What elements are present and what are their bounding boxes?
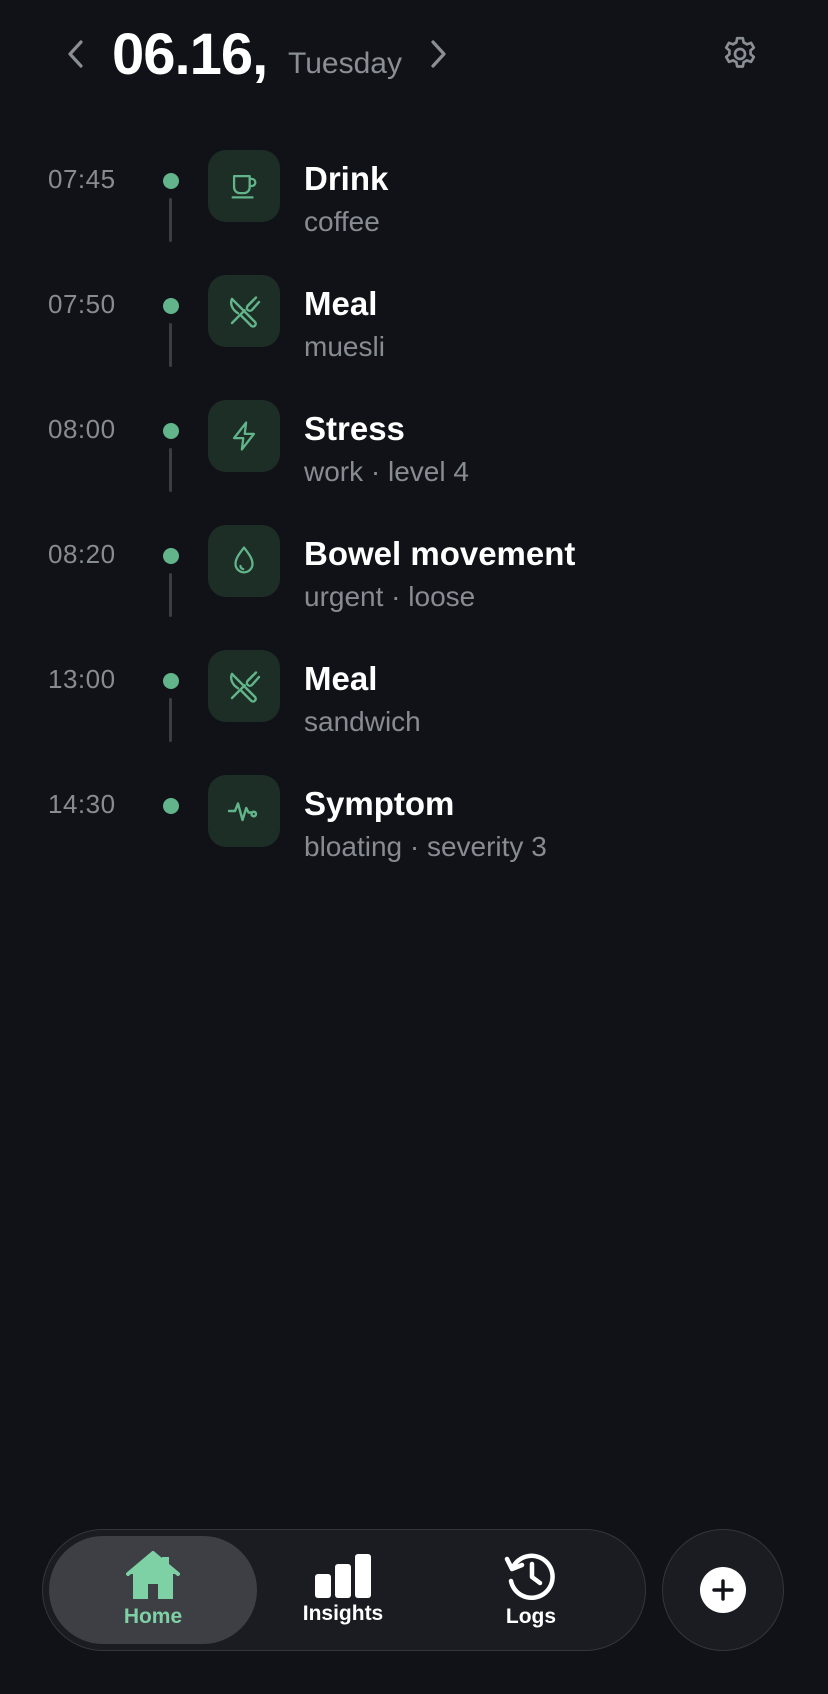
entry-title: Meal [304,285,378,322]
entry-time: 08:00 [48,414,116,444]
entry-title: Drink [304,160,389,197]
nav-home-tab[interactable]: Home [49,1536,257,1644]
timeline-entry[interactable]: 14:30 Symptom bloating · severity 3 [0,773,828,898]
chevron-right-icon [431,40,446,68]
timeline-connector [169,448,172,492]
settings-button[interactable] [716,30,764,78]
fork-knife-icon [229,671,261,703]
timeline-dot [163,548,179,564]
bar-chart-icon [315,1554,371,1598]
timeline-connector [169,698,172,742]
entry-time: 14:30 [48,789,116,819]
timeline-dot [163,673,179,689]
entry-icon-box [208,400,280,472]
entry-time: 07:50 [48,289,116,319]
entry-detail: coffee [304,206,380,237]
nav-insights-tab[interactable]: Insights [239,1536,447,1644]
entry-icon-box [208,525,280,597]
chevron-left-icon [68,40,83,68]
gear-icon [724,36,756,68]
entry-time: 13:00 [48,664,116,694]
entry-detail: urgent · loose [304,581,476,612]
header: 06.16, Tuesday [0,0,828,110]
plus-icon [700,1567,746,1613]
timeline-entry[interactable]: 07:50 Meal muesli [0,273,828,398]
pulse-icon [227,802,258,822]
entry-title: Stress [304,410,405,447]
previous-day-button[interactable] [56,34,96,74]
timeline-dot [163,798,179,814]
timeline-connector [169,323,172,367]
home-icon [126,1551,180,1599]
nav-logs-label: Logs [505,1605,557,1628]
nav-insights-label: Insights [302,1602,384,1625]
timeline-dot [163,423,179,439]
nav-home-label: Home [123,1605,183,1628]
entry-icon-box [208,275,280,347]
timeline-connector [169,573,172,617]
coffee-cup-icon [231,174,257,199]
entry-time: 07:45 [48,164,116,194]
entry-detail: bloating · severity 3 [304,831,547,862]
timeline-dot [163,173,179,189]
fork-knife-icon [229,296,261,328]
lightning-icon [232,421,256,451]
add-entry-button[interactable] [662,1529,784,1651]
entry-icon-box [208,150,280,222]
date-title: 06.16, [112,22,268,87]
timeline-connector [169,198,172,242]
weekday-label: Tuesday [288,47,402,80]
timeline-entry[interactable]: 08:00 Stress work · level 4 [0,398,828,523]
entry-time: 08:20 [48,539,116,569]
entry-icon-box [208,775,280,847]
nav-logs-tab[interactable]: Logs [427,1536,635,1644]
timeline-entry[interactable]: 13:00 Meal sandwich [0,648,828,773]
bottom-nav: Home Insights Logs [42,1529,646,1651]
entry-title: Bowel movement [304,535,576,572]
timeline-entry[interactable]: 08:20 Bowel movement urgent · loose [0,523,828,648]
entry-title: Meal [304,660,378,697]
timeline-dot [163,298,179,314]
entry-title: Symptom [304,785,455,822]
entry-detail: muesli [304,331,385,362]
droplet-icon [234,546,254,574]
entry-detail: sandwich [304,706,421,737]
timeline-entry[interactable]: 07:45 Drink coffee [0,148,828,273]
entry-icon-box [208,650,280,722]
history-icon [504,1553,555,1600]
entry-detail: work · level 4 [304,456,469,487]
next-day-button[interactable] [418,34,458,74]
